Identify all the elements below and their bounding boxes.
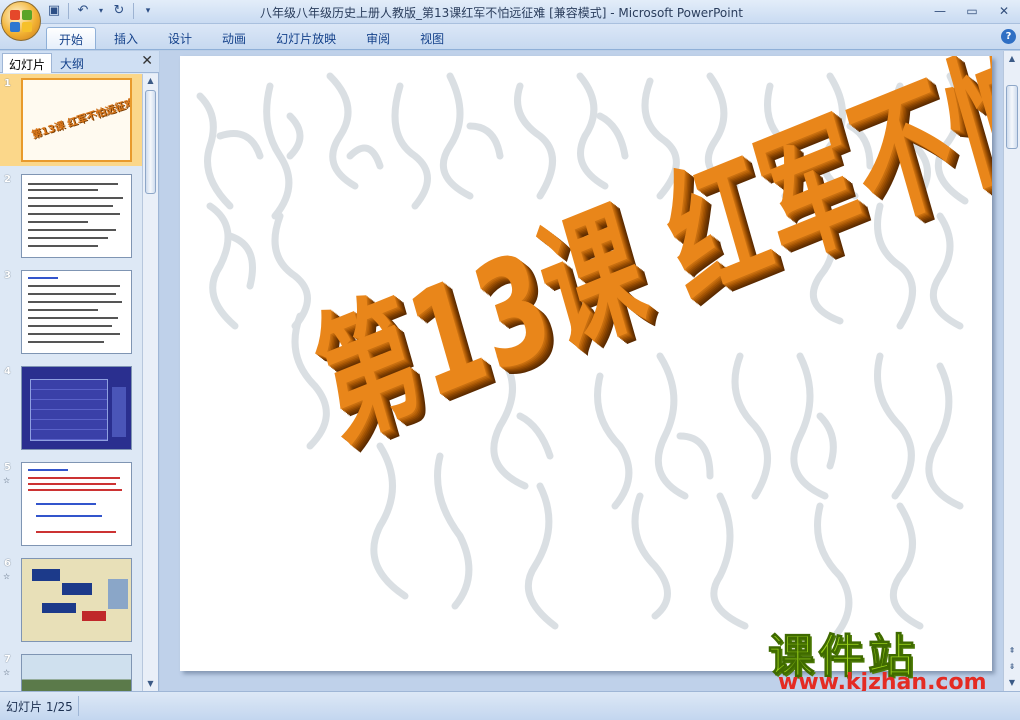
tab-insert[interactable]: 插入 bbox=[102, 27, 150, 49]
current-slide[interactable]: 第13课 红军不怕远征难 bbox=[180, 56, 992, 671]
ribbon-tab-bar: 开始 插入 设计 动画 幻灯片放映 审阅 视图 ? bbox=[0, 24, 1020, 50]
tab-review[interactable]: 审阅 bbox=[354, 27, 402, 49]
panel-tabs: 幻灯片 大纲 ✕ bbox=[0, 51, 159, 73]
tab-view[interactable]: 视图 bbox=[408, 27, 456, 49]
tab-animations[interactable]: 动画 bbox=[210, 27, 258, 49]
office-button[interactable] bbox=[1, 1, 41, 41]
tab-slides[interactable]: 幻灯片 bbox=[2, 53, 53, 73]
window-controls: — ▭ ✕ bbox=[924, 0, 1020, 22]
close-button[interactable]: ✕ bbox=[988, 0, 1020, 22]
slide-thumbnail-1[interactable]: 1 第13课 红军不怕远征难 bbox=[0, 74, 142, 166]
slide-number: 3 bbox=[4, 270, 11, 281]
quick-access-toolbar: ▣ ↶ ▾ ↻ ▾ bbox=[46, 3, 156, 19]
save-icon[interactable]: ▣ bbox=[46, 3, 62, 19]
toolbar-divider bbox=[133, 3, 134, 19]
slide-number: 4 bbox=[4, 366, 11, 377]
scroll-thumb[interactable] bbox=[145, 90, 156, 194]
scroll-up-icon[interactable]: ▲ bbox=[143, 74, 158, 88]
slide-thumbnail-6[interactable]: 6 ☆ bbox=[0, 554, 142, 646]
thumbnail-preview bbox=[21, 558, 132, 642]
slide-number: 1 bbox=[4, 78, 11, 89]
editor-scrollbar[interactable]: ▲ ⇞ ⇟ ▼ bbox=[1003, 51, 1020, 691]
site-watermark: 课件站 www.kjzhan.com bbox=[768, 620, 1008, 698]
animation-star-icon: ☆ bbox=[3, 572, 11, 581]
slide-number: 5 bbox=[4, 462, 11, 473]
scroll-down-icon[interactable]: ▼ bbox=[143, 677, 158, 691]
close-icon[interactable]: ✕ bbox=[141, 53, 153, 69]
thumbnail-preview bbox=[21, 366, 132, 450]
help-button[interactable]: ? bbox=[1001, 29, 1016, 44]
tab-design[interactable]: 设计 bbox=[156, 27, 204, 49]
window-title: 八年级八年级历史上册人教版_第13课红军不怕远征难 [兼容模式] - Micro… bbox=[260, 6, 743, 20]
animation-star-icon: ☆ bbox=[3, 476, 11, 485]
customize-toolbar-icon[interactable]: ▾ bbox=[140, 3, 156, 19]
chevron-down-icon[interactable]: ▾ bbox=[97, 3, 105, 19]
status-divider bbox=[78, 696, 79, 716]
slide-number: 7 bbox=[4, 654, 11, 665]
status-bar: 幻灯片 1/25 bbox=[0, 691, 1020, 720]
slide-thumbnail-4[interactable]: 4 bbox=[0, 362, 142, 454]
toolbar-divider bbox=[68, 3, 69, 19]
tab-outline[interactable]: 大纲 bbox=[54, 53, 90, 73]
slide-thumbnail-2[interactable]: 2 bbox=[0, 170, 142, 262]
slide-thumbnail-5[interactable]: 5 ☆ bbox=[0, 458, 142, 550]
panel-scrollbar[interactable]: ▲ ▼ bbox=[142, 74, 158, 691]
slides-panel: 幻灯片 大纲 ✕ 1 第13课 红军不怕远征难 2 3 4 5 ☆ 6 ☆ 7 … bbox=[0, 51, 159, 691]
thumbnail-preview: 第13课 红军不怕远征难 bbox=[21, 78, 132, 162]
thumbnail-preview bbox=[21, 462, 132, 546]
scroll-thumb[interactable] bbox=[1006, 85, 1018, 149]
tab-slideshow[interactable]: 幻灯片放映 bbox=[264, 27, 348, 49]
title-bar: ▣ ↶ ▾ ↻ ▾ 八年级八年级历史上册人教版_第13课红军不怕远征难 [兼容模… bbox=[0, 0, 1020, 41]
slide-thumbnail-7[interactable]: 7 ☆ bbox=[0, 650, 142, 691]
ribbon-tabs: 开始 插入 设计 动画 幻灯片放映 审阅 视图 bbox=[46, 27, 462, 49]
scroll-up-icon[interactable]: ▲ bbox=[1004, 51, 1020, 67]
maximize-button[interactable]: ▭ bbox=[956, 0, 988, 22]
slide-number: 6 bbox=[4, 558, 11, 569]
thumbnail-preview bbox=[21, 654, 132, 691]
tab-home[interactable]: 开始 bbox=[46, 27, 97, 49]
slide-counter: 幻灯片 1/25 bbox=[6, 700, 73, 714]
minimize-button[interactable]: — bbox=[924, 0, 956, 22]
slide-thumbnail-3[interactable]: 3 bbox=[0, 266, 142, 358]
office-logo-icon bbox=[10, 10, 32, 32]
undo-icon[interactable]: ↶ bbox=[75, 3, 91, 19]
redo-icon[interactable]: ↻ bbox=[111, 3, 127, 19]
thumbnail-list: 1 第13课 红军不怕远征难 2 3 4 5 ☆ 6 ☆ 7 ☆ bbox=[0, 74, 142, 691]
thumbnail-title-text: 第13课 红军不怕远征难 bbox=[30, 97, 132, 142]
thumbnail-preview bbox=[21, 270, 132, 354]
slide-number: 2 bbox=[4, 174, 11, 185]
slide-editor: 第13课 红军不怕远征难 ▲ ⇞ ⇟ ▼ bbox=[160, 51, 1020, 691]
animation-star-icon: ☆ bbox=[3, 668, 11, 677]
thumbnail-preview bbox=[21, 174, 132, 258]
